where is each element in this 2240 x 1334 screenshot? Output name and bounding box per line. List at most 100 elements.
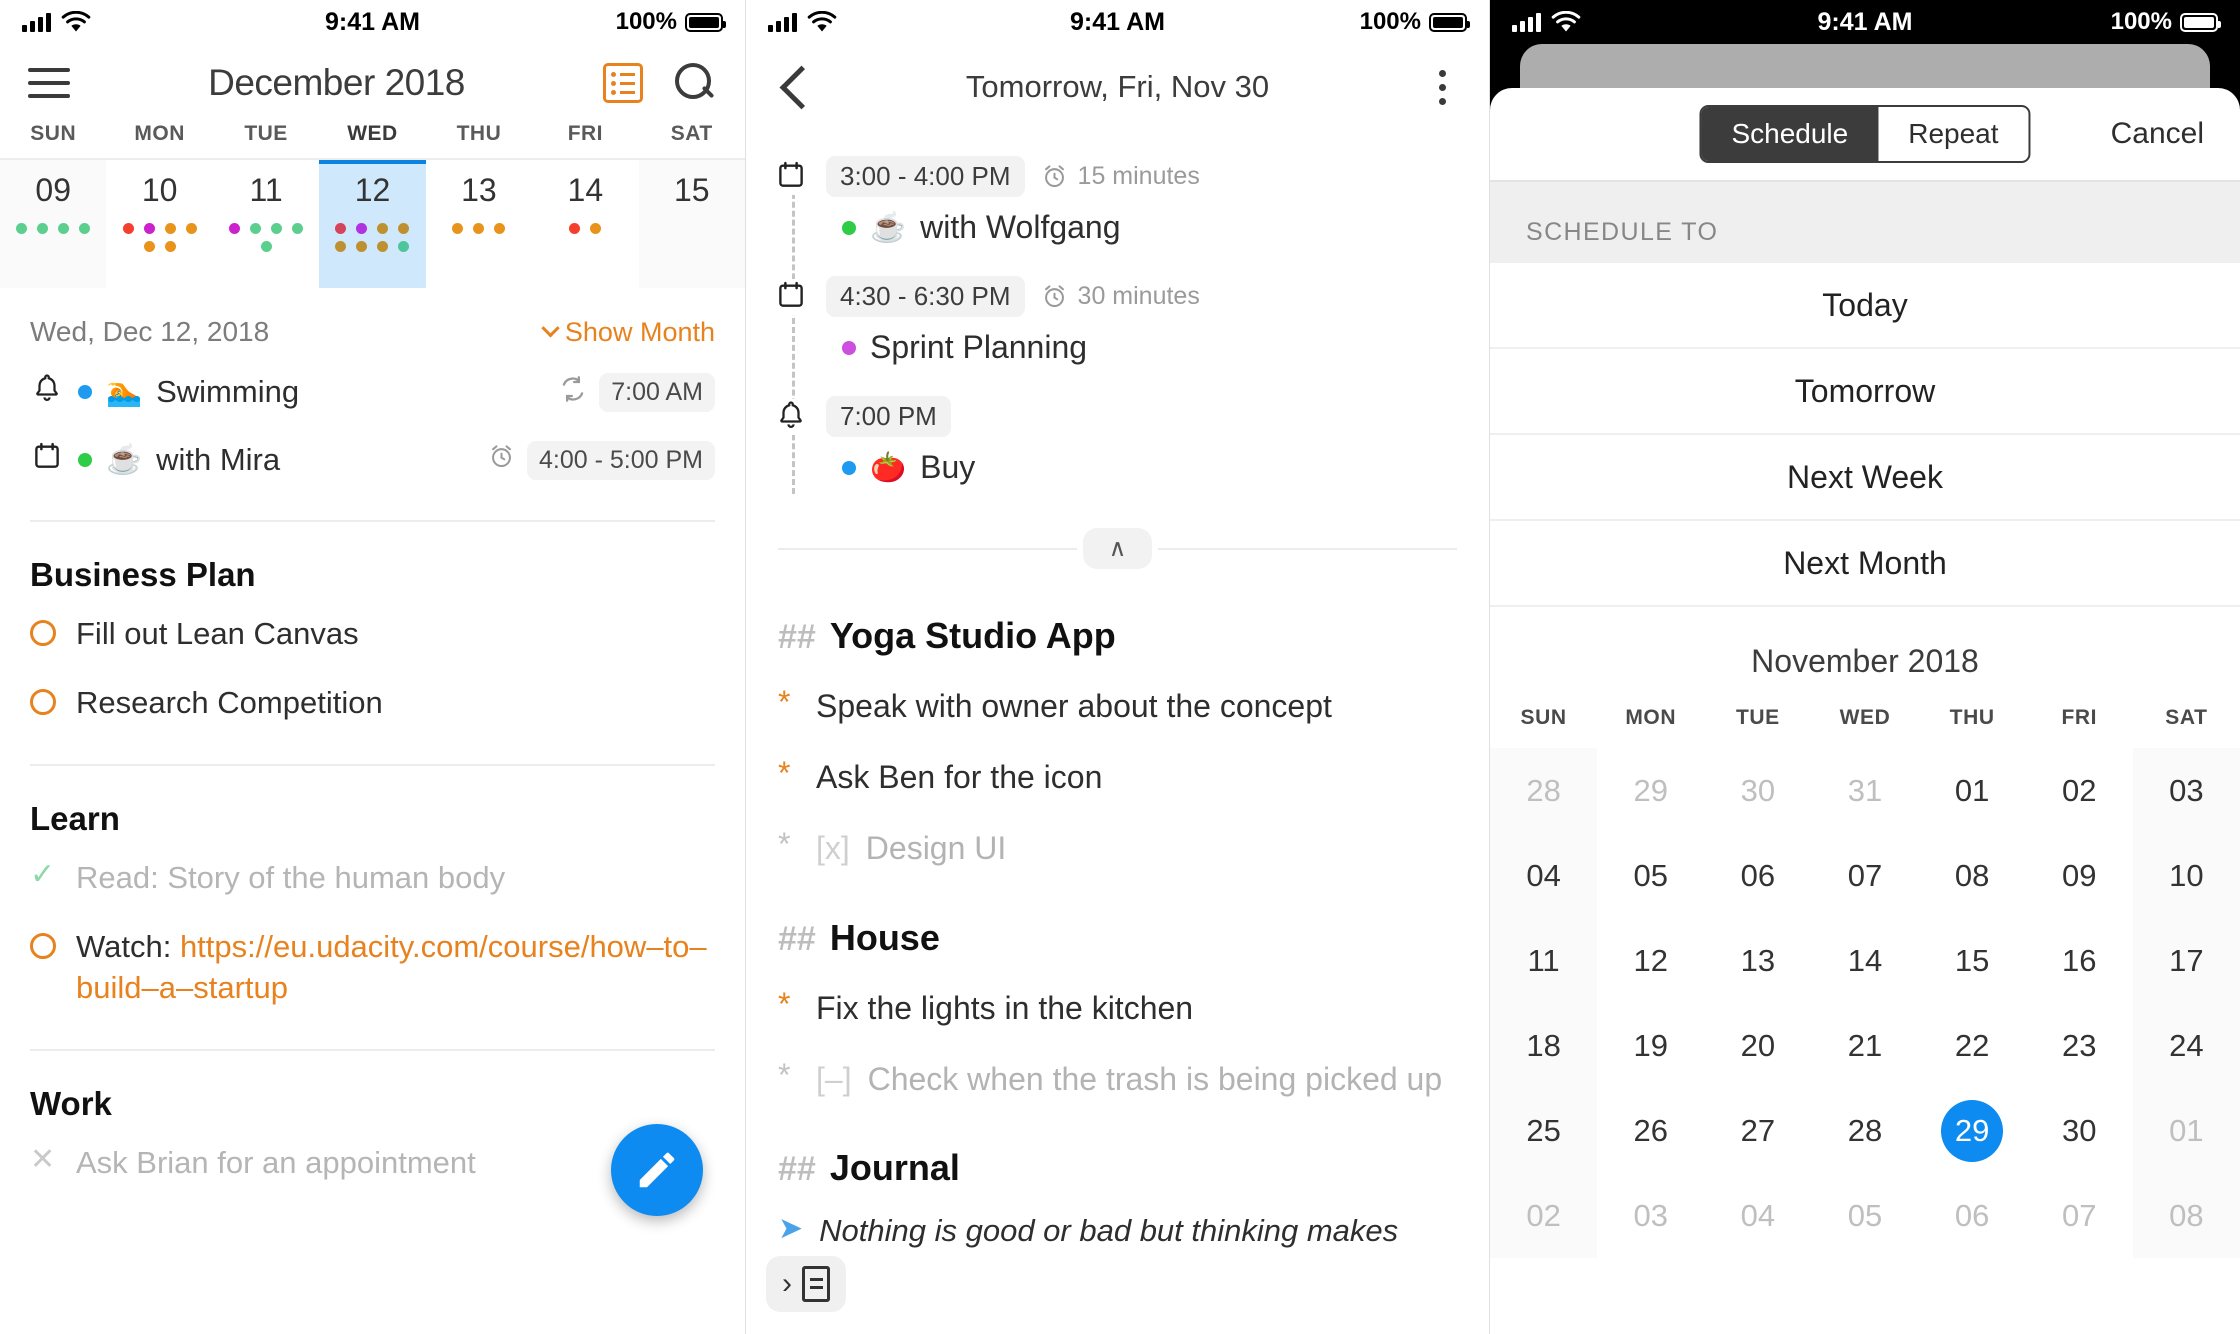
schedule-option-tomorrow[interactable]: Tomorrow bbox=[1490, 349, 2240, 435]
calendar-day-cell[interactable]: 07 bbox=[2026, 1173, 2133, 1258]
calendar-day-cell[interactable]: 10 bbox=[2132, 833, 2240, 918]
calendar-weekday-label: THU bbox=[1949, 706, 1995, 729]
sheet-toolbar: Schedule Repeat Cancel bbox=[1490, 88, 2240, 180]
week-day-cell[interactable]: 10 bbox=[106, 160, 212, 288]
calendar-day-cell[interactable]: 26 bbox=[1597, 1088, 1704, 1173]
week-day-cell[interactable]: 14 bbox=[532, 160, 638, 288]
task-row[interactable]: ✓ Read: Story of the human body bbox=[0, 844, 745, 913]
event-dot bbox=[398, 241, 410, 252]
task-row[interactable]: Research Competition bbox=[0, 669, 745, 738]
calendar-day-cell[interactable]: 28 bbox=[1490, 748, 1598, 833]
calendar-day-cell[interactable]: 07 bbox=[1811, 833, 1918, 918]
week-day-cell[interactable]: 12 bbox=[319, 160, 426, 288]
calendar-day-cell[interactable]: 29 bbox=[1597, 748, 1704, 833]
calendar-day-cell[interactable]: 18 bbox=[1490, 1003, 1598, 1088]
cancel-button[interactable]: Cancel bbox=[2111, 117, 2204, 151]
calendar-day-cell[interactable]: 24 bbox=[2132, 1003, 2240, 1088]
event-row[interactable]: ☕ with Mira 4:00 - 5:00 PM bbox=[0, 426, 745, 494]
calendar-day-cell[interactable]: 27 bbox=[1704, 1088, 1811, 1173]
search-icon[interactable] bbox=[673, 61, 717, 105]
calendar-day-cell[interactable]: 11 bbox=[1490, 918, 1598, 1003]
document-toggle-button[interactable]: › bbox=[766, 1256, 846, 1312]
kebab-menu-icon[interactable] bbox=[1427, 69, 1457, 105]
week-day-cell[interactable]: 09 bbox=[0, 160, 107, 288]
schedule-option-next-month[interactable]: Next Month bbox=[1490, 521, 2240, 607]
week-day-cell[interactable]: 11 bbox=[213, 160, 319, 288]
calendar-day-cell[interactable]: 16 bbox=[2026, 918, 2133, 1003]
timeline-item[interactable]: 7:00 PM 🍅 Buy bbox=[746, 396, 1489, 516]
calendar-day-cell[interactable]: 30 bbox=[1704, 748, 1811, 833]
timeline-item[interactable]: 3:00 - 4:00 PM 15 minutes ☕ with Wolfgang bbox=[746, 156, 1489, 276]
show-month-button[interactable]: Show Month bbox=[541, 317, 715, 348]
event-time: 4:00 - 5:00 PM bbox=[527, 440, 715, 480]
calendar-day-cell[interactable]: 01 bbox=[1919, 748, 2026, 833]
calendar-day-cell[interactable]: 06 bbox=[1919, 1173, 2026, 1258]
schedule-option-today[interactable]: Today bbox=[1490, 263, 2240, 349]
calendar-day-cell[interactable]: 03 bbox=[1597, 1173, 1704, 1258]
week-day-cell[interactable]: 13 bbox=[426, 160, 532, 288]
schedule-repeat-segmented-control[interactable]: Schedule Repeat bbox=[1699, 105, 2031, 163]
checkbox-circle-icon[interactable] bbox=[30, 932, 56, 959]
note-item-text: Fix the lights in the kitchen bbox=[816, 989, 1194, 1026]
calendar-day-cell[interactable]: 12 bbox=[1597, 918, 1704, 1003]
note-item[interactable]: * [x] Design UI bbox=[778, 827, 1457, 870]
calendar-day-cell[interactable]: 29 bbox=[1919, 1088, 2026, 1173]
tab-schedule[interactable]: Schedule bbox=[1701, 107, 1879, 161]
calendar-day-cell[interactable]: 02 bbox=[1490, 1173, 1598, 1258]
weekday-label: MON bbox=[134, 122, 185, 145]
calendar-day-cell[interactable]: 17 bbox=[2132, 918, 2240, 1003]
checkbox-circle-icon[interactable] bbox=[30, 620, 56, 646]
calendar-day-cell[interactable]: 05 bbox=[1597, 833, 1704, 918]
weekday-label: THU bbox=[456, 122, 502, 145]
calendar-day-cell[interactable]: 04 bbox=[1704, 1173, 1811, 1258]
checkbox-circle-icon[interactable] bbox=[30, 688, 56, 715]
battery-icon bbox=[1429, 12, 1470, 32]
weekday-header-row: SUN MON TUE WED THU FRI SAT bbox=[0, 122, 745, 158]
timeline-item[interactable]: 4:30 - 6:30 PM 30 minutes Sprint Planning bbox=[746, 276, 1489, 396]
calendar-day-cell[interactable]: 01 bbox=[2132, 1088, 2240, 1173]
calendar-day-cell[interactable]: 22 bbox=[1919, 1003, 2026, 1088]
note-item[interactable]: * Fix the lights in the kitchen bbox=[778, 986, 1457, 1030]
tab-repeat[interactable]: Repeat bbox=[1878, 107, 2028, 161]
calendar-day-cell[interactable]: 30 bbox=[2026, 1088, 2133, 1173]
calendar-day-cell[interactable]: 25 bbox=[1490, 1088, 1598, 1173]
calendar-day-cell[interactable]: 04 bbox=[1490, 833, 1598, 918]
bullet-asterisk-icon: * bbox=[778, 755, 791, 792]
agenda-list-icon[interactable] bbox=[603, 63, 643, 103]
note-item[interactable]: * [–] Check when the trash is being picked… bbox=[778, 1057, 1457, 1101]
calendar-day-cell[interactable]: 15 bbox=[1919, 918, 2026, 1003]
calendar-day-cell[interactable]: 23 bbox=[2026, 1003, 2133, 1088]
edit-pencil-fab-button[interactable] bbox=[611, 1124, 703, 1216]
calendar-day-cell[interactable]: 08 bbox=[2132, 1173, 2240, 1258]
task-row[interactable]: Fill out Lean Canvas bbox=[0, 600, 745, 669]
task-row[interactable]: Watch: https://eu.udacity.com/course/how… bbox=[0, 913, 745, 1023]
event-dot bbox=[356, 223, 368, 234]
quote-arrow-icon: ➤ bbox=[778, 1211, 804, 1245]
bell-icon bbox=[30, 372, 64, 412]
calendar-day-cell[interactable]: 20 bbox=[1704, 1003, 1811, 1088]
hamburger-menu-icon[interactable] bbox=[28, 68, 70, 98]
calendar-day-cell[interactable]: 21 bbox=[1811, 1003, 1918, 1088]
week-day-cell[interactable]: 15 bbox=[638, 160, 745, 288]
calendar-day-cell[interactable]: 05 bbox=[1811, 1173, 1918, 1258]
week-day-number: 09 bbox=[35, 172, 71, 208]
collapse-caret-button[interactable]: ∧ bbox=[1082, 528, 1153, 569]
calendar-day-cell[interactable]: 13 bbox=[1704, 918, 1811, 1003]
calendar-day-cell[interactable]: 19 bbox=[1597, 1003, 1704, 1088]
schedule-option-next-week[interactable]: Next Week bbox=[1490, 435, 2240, 521]
event-row[interactable]: 🏊 Swimming 7:00 AM bbox=[0, 358, 745, 426]
calendar-day-cell[interactable]: 02 bbox=[2026, 748, 2133, 833]
calendar-day-cell[interactable]: 08 bbox=[1919, 833, 2026, 918]
back-chevron-icon[interactable] bbox=[778, 65, 808, 109]
week-strip: 09 10 11 12 13 14 15 bbox=[0, 158, 745, 288]
calendar-day-cell[interactable]: 03 bbox=[2132, 748, 2240, 833]
task-section-title: Work bbox=[30, 1084, 112, 1122]
calendar-day-cell[interactable]: 28 bbox=[1811, 1088, 1918, 1173]
calendar-day-cell[interactable]: 31 bbox=[1811, 748, 1918, 833]
note-item[interactable]: * Ask Ben for the icon bbox=[778, 755, 1457, 799]
calendar-day-cell[interactable]: 09 bbox=[2026, 833, 2133, 918]
task-link[interactable]: https://eu.udacity.com/course/how–to–bui… bbox=[76, 929, 707, 1005]
note-item[interactable]: * Speak with owner about the concept bbox=[778, 684, 1457, 728]
calendar-day-cell[interactable]: 14 bbox=[1811, 918, 1918, 1003]
calendar-day-cell[interactable]: 06 bbox=[1704, 833, 1811, 918]
